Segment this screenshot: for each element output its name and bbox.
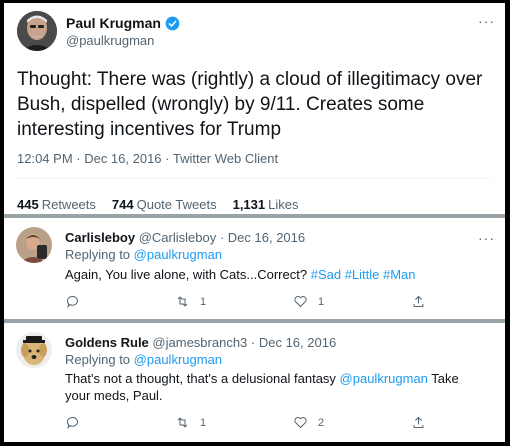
tweet-actions: 1 1 (65, 294, 425, 310)
replying-to-prefix: Replying to (65, 247, 131, 262)
share-button[interactable] (411, 294, 426, 309)
retweet-button[interactable]: 1 (175, 415, 206, 430)
more-options-icon[interactable]: ··· (478, 13, 495, 29)
share-icon (413, 295, 424, 307)
like-count: 1 (318, 295, 325, 308)
verified-badge-icon (165, 16, 180, 30)
retweets-stat[interactable]: 445 Retweets (17, 197, 96, 212)
tweet-text: Thought: There was (rightly) a cloud of … (17, 69, 483, 140)
replying-to: Replying to @paulkrugman (65, 352, 222, 367)
more-options-icon[interactable]: ··· (478, 230, 495, 246)
retweet-button[interactable]: 1 (175, 294, 206, 309)
reply-button[interactable] (65, 415, 80, 430)
tweet-actions: 1 2 (65, 415, 425, 431)
tweet-thread: Paul Krugman @paulkrugman ··· Thought: T… (4, 3, 505, 442)
like-button[interactable]: 2 (293, 415, 324, 430)
reply-text: Again, You live alone, with Cats...Corre… (65, 266, 485, 283)
comment-icon (66, 296, 78, 309)
reply-tweet: Goldens Rule @jamesbranch3 · Dec 16, 201… (4, 323, 505, 442)
comment-icon (66, 417, 78, 430)
replying-to-prefix: Replying to (65, 352, 131, 367)
user-handle[interactable]: @Carlisleboy (139, 230, 217, 245)
mention-link[interactable]: @paulkrugman (340, 371, 428, 386)
quote-tweets-stat[interactable]: 744 Quote Tweets (112, 197, 217, 212)
display-name[interactable]: Goldens Rule (65, 335, 149, 350)
reply-text-body: Again, You live alone, with Cats...Corre… (65, 267, 308, 282)
avatar[interactable] (17, 11, 57, 51)
like-button[interactable]: 1 (293, 294, 324, 309)
reply-header: Goldens Rule @jamesbranch3 · Dec 16, 201… (65, 335, 336, 350)
display-name-text: Paul Krugman (66, 15, 161, 31)
reply-text: That's not a thought, that's a delusiona… (65, 370, 480, 404)
reply-header: Carlisleboy @Carlisleboy · Dec 16, 2016 (65, 230, 305, 245)
like-count: 2 (318, 416, 325, 429)
tweet-timestamp[interactable]: 12:04 PM · Dec 16, 2016 · Twitter Web Cl… (17, 151, 278, 166)
main-tweet: Paul Krugman @paulkrugman ··· Thought: T… (4, 3, 505, 213)
likes-count: 1,131 (232, 197, 266, 212)
retweets-label: Retweets (41, 197, 96, 212)
reply-text-body: That's not a thought, that's a delusiona… (65, 371, 336, 386)
divider (17, 178, 491, 179)
user-handle[interactable]: @jamesbranch3 (152, 335, 247, 350)
replying-to-handle[interactable]: @paulkrugman (134, 247, 222, 262)
display-name[interactable]: Carlisleboy (65, 230, 135, 245)
likes-stat[interactable]: 1,131 Likes (233, 197, 299, 212)
user-handle[interactable]: @paulkrugman (66, 33, 154, 48)
heart-icon (294, 417, 307, 429)
hashtags[interactable]: #Sad #Little #Man (311, 267, 416, 282)
tweet-date[interactable]: · Dec 16, 2016 (251, 335, 336, 350)
retweets-count: 445 (17, 197, 39, 212)
tweet-date[interactable]: · Dec 16, 2016 (220, 230, 305, 245)
retweet-icon (177, 296, 188, 307)
display-name[interactable]: Paul Krugman (66, 15, 180, 31)
retweet-icon (177, 417, 188, 428)
share-button[interactable] (411, 415, 426, 430)
share-icon (413, 416, 424, 428)
retweet-count: 1 (200, 416, 207, 429)
heart-icon (294, 296, 307, 308)
replying-to-handle[interactable]: @paulkrugman (134, 352, 222, 367)
avatar[interactable] (16, 227, 52, 263)
retweet-count: 1 (200, 295, 207, 308)
quote-tweets-count: 744 (111, 197, 134, 212)
avatar[interactable] (16, 332, 52, 368)
replying-to: Replying to @paulkrugman (65, 247, 222, 262)
reply-tweet: Carlisleboy @Carlisleboy · Dec 16, 2016 … (4, 218, 505, 319)
reply-button[interactable] (65, 294, 80, 309)
tweet-stats: 445 Retweets 744 Quote Tweets 1,131 Likes (17, 197, 299, 212)
likes-label: Likes (268, 197, 299, 212)
quote-tweets-label: Quote Tweets (136, 197, 217, 212)
